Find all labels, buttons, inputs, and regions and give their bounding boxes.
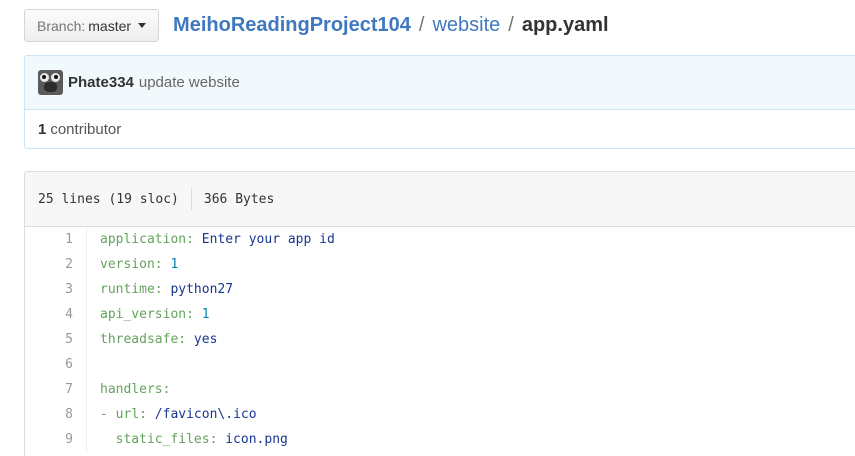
code-line: 6 <box>25 352 855 377</box>
line-number[interactable]: 6 <box>25 352 87 377</box>
code-key: version: <box>100 257 163 272</box>
line-content: handlers: <box>87 377 170 402</box>
code-value: 1 <box>170 257 179 272</box>
file-view-page: Branch: master MeihoReadingProject104 / … <box>0 0 855 456</box>
line-content: runtime: python27 <box>87 277 233 302</box>
line-content: api_version: 1 <box>87 302 210 327</box>
code-key: api_version: <box>100 307 194 322</box>
file-info-divider <box>190 188 192 210</box>
breadcrumb-separator: / <box>418 14 425 36</box>
line-number[interactable]: 9 <box>25 427 87 452</box>
file-size: 366 Bytes <box>203 191 275 207</box>
code-key: static_files: <box>115 432 218 447</box>
contributors-label: contributor <box>50 120 122 138</box>
branch-prefix: Branch: <box>37 17 86 34</box>
code-line: 2 version: 1 <box>25 252 855 277</box>
breadcrumb-folder-link[interactable]: website <box>432 14 500 37</box>
caret-down-icon <box>138 23 147 28</box>
line-number[interactable]: 4 <box>25 302 87 327</box>
code-line: 1 application: Enter your app id <box>25 227 855 252</box>
topbar: Branch: master MeihoReadingProject104 / … <box>24 9 609 42</box>
code-line: 7 handlers: <box>25 377 855 402</box>
line-content <box>87 352 100 377</box>
commit-author-link[interactable]: Phate334 <box>68 74 134 91</box>
code-value: 1 <box>201 307 210 322</box>
breadcrumb-separator: / <box>508 14 514 36</box>
code-key: handlers: <box>100 382 171 397</box>
line-content: version: 1 <box>87 252 178 277</box>
code-line: 9 static_files: icon.png <box>25 427 855 452</box>
line-number[interactable]: 3 <box>25 277 87 302</box>
file-line-count: 25 lines (19 sloc) <box>38 191 179 207</box>
code-line: 5 threadsafe: yes <box>25 327 855 352</box>
commit-header: Phate334 update website <box>25 56 855 110</box>
file-info-header: 25 lines (19 sloc) 366 Bytes <box>25 172 855 227</box>
commit-box: Phate334 update website 1 contributor <box>24 55 855 149</box>
commit-message-link[interactable]: update website <box>139 74 240 91</box>
avatar[interactable] <box>38 70 63 95</box>
code-line: 8- url: /favicon\.ico <box>25 402 855 427</box>
code-key: threadsafe: <box>100 332 187 347</box>
line-number[interactable]: 2 <box>25 252 87 277</box>
code-line: 3 runtime: python27 <box>25 277 855 302</box>
code-value: icon.png <box>225 432 288 447</box>
branch-select-button[interactable]: Branch: master <box>24 9 160 42</box>
line-content: application: Enter your app id <box>87 227 335 252</box>
code-list-dash: - <box>100 407 116 422</box>
line-content: static_files: icon.png <box>87 427 288 452</box>
code-line: 4 api_version: 1 <box>25 302 855 327</box>
code-key: application: <box>100 232 194 247</box>
line-number[interactable]: 1 <box>25 227 87 252</box>
code-value: python27 <box>170 282 234 297</box>
contributors-row[interactable]: 1 contributor <box>25 110 855 148</box>
code-value: Enter your app id <box>201 232 335 247</box>
branch-name: master <box>88 17 132 34</box>
file-box: 25 lines (19 sloc) 366 Bytes 1 applicatio… <box>24 171 855 456</box>
line-content: threadsafe: yes <box>87 327 217 352</box>
breadcrumb-repo-link[interactable]: MeihoReadingProject104 <box>173 14 411 37</box>
line-number[interactable]: 8 <box>25 402 87 427</box>
line-number[interactable]: 5 <box>25 327 87 352</box>
code-key: url: <box>115 407 147 422</box>
breadcrumb: MeihoReadingProject104 / website / app.y… <box>173 14 608 37</box>
line-content: - url: /favicon\.ico <box>87 402 257 427</box>
code-value: yes <box>193 332 218 347</box>
code-listing: 1 application: Enter your app id 2 version:… <box>25 227 855 452</box>
code-key: runtime: <box>100 282 163 297</box>
line-number[interactable]: 7 <box>25 377 87 402</box>
breadcrumb-file: app.yaml <box>521 14 609 36</box>
code-value: /favicon\.ico <box>154 407 257 422</box>
contributors-count: 1 <box>38 120 47 138</box>
